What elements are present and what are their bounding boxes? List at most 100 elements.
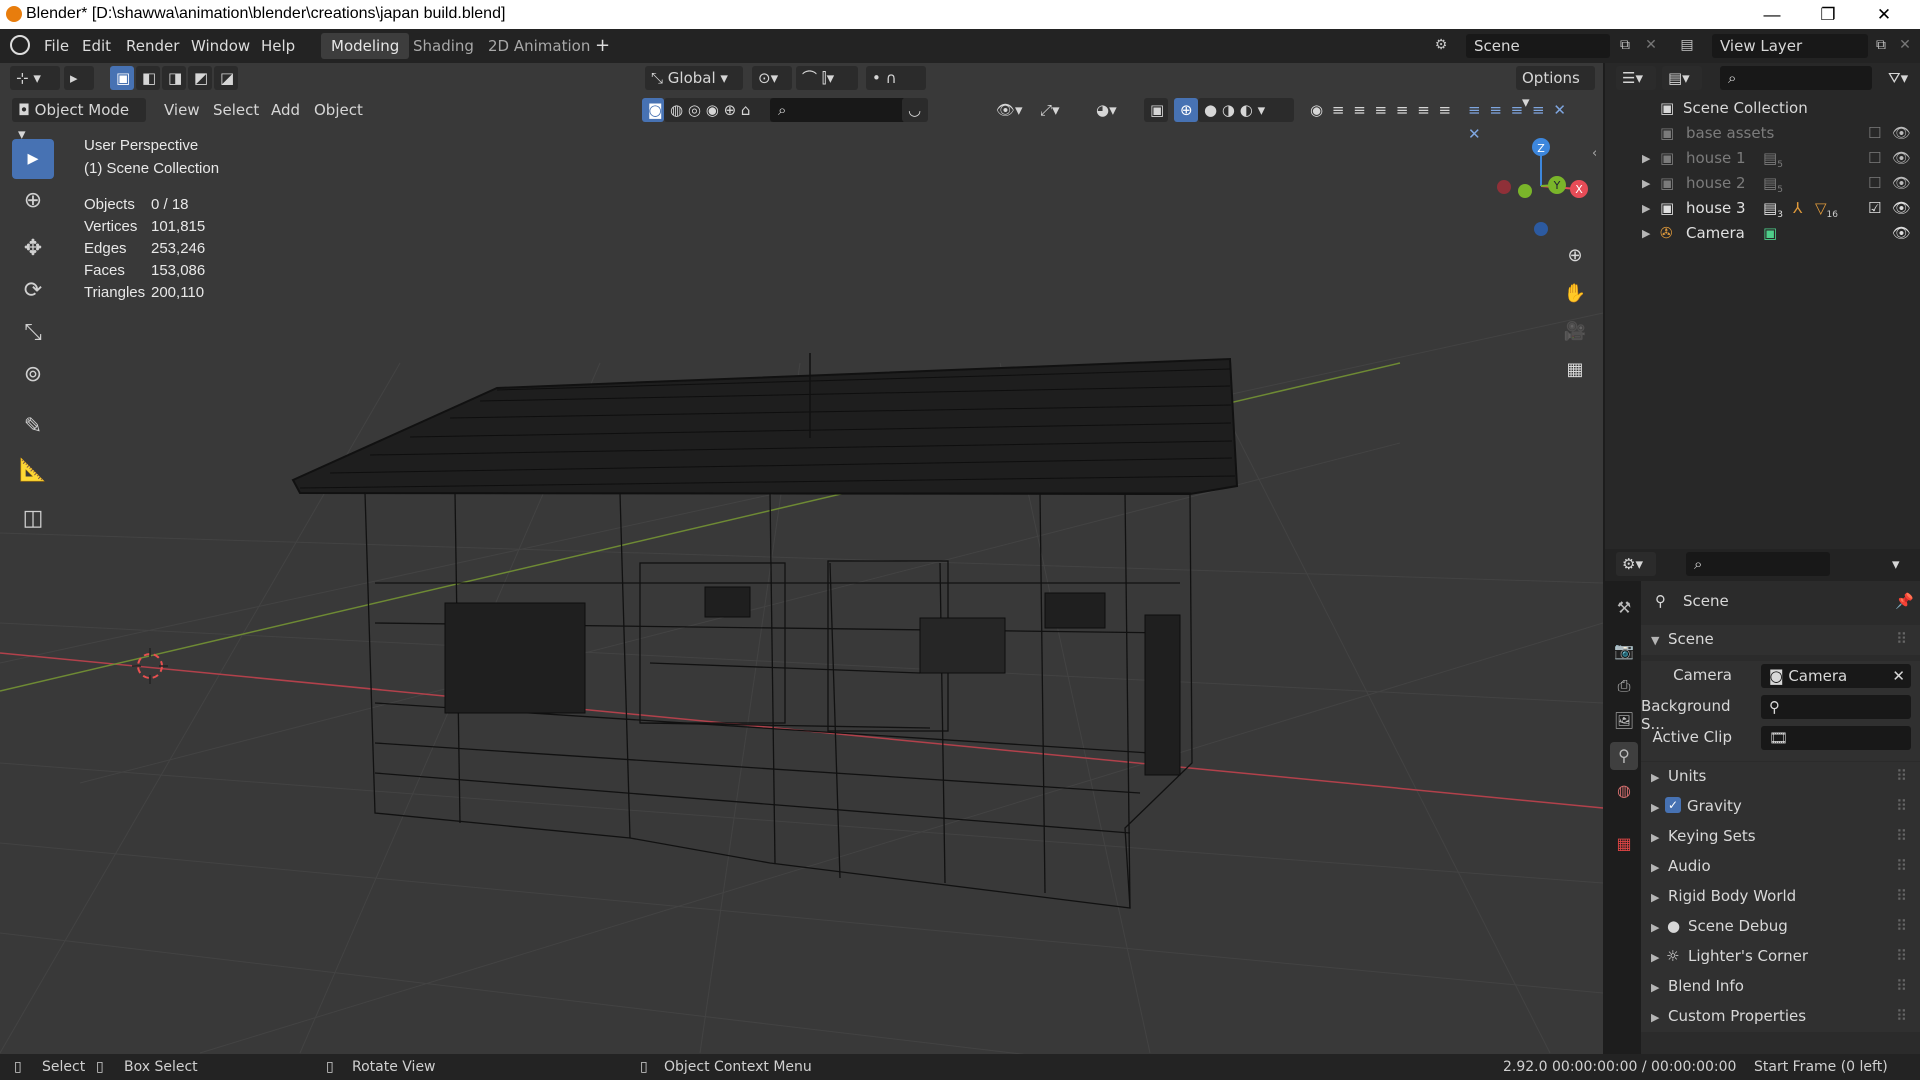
- rotate-tool-icon[interactable]: ⟳: [12, 271, 54, 311]
- scene-selector-icon[interactable]: ⚙: [1430, 34, 1452, 56]
- shading-wireframe-icon[interactable]: ⊕: [1174, 98, 1198, 122]
- panel-custom-properties[interactable]: ▶ Custom Properties ⠿: [1641, 1002, 1920, 1032]
- properties-search-input[interactable]: ⌕: [1686, 552, 1830, 576]
- view-layer-field[interactable]: View Layer: [1712, 34, 1868, 58]
- drag-handle-icon[interactable]: ⠿: [1896, 887, 1907, 905]
- panel-lighters-corner[interactable]: ▶ ☼ Lighter's Corner ⠿: [1641, 942, 1920, 972]
- delete-scene-icon[interactable]: ✕: [1640, 34, 1662, 56]
- pin-icon[interactable]: 📌: [1895, 592, 1914, 610]
- outliner-item-house-3[interactable]: ▶ ▣ house 3 ▤3 ⅄ ▽16 ☑ 👁: [1605, 196, 1920, 221]
- active-clip-field[interactable]: 🎞: [1761, 726, 1911, 750]
- add-cube-tool-icon[interactable]: ◫: [12, 499, 54, 539]
- select-mode-new-icon[interactable]: ▣: [110, 66, 134, 90]
- outliner-search-input[interactable]: ⌕: [1720, 66, 1872, 90]
- outliner-item-house-2[interactable]: ▶ ▣ house 2 ▤5 ☐ 👁: [1605, 171, 1920, 196]
- drag-handle-icon[interactable]: ⠿: [1896, 630, 1907, 648]
- camera-view-icon[interactable]: 🎥: [1560, 317, 1590, 347]
- visibility-filter-icons[interactable]: ◍ ◎ ◉ ⊕ ⌂: [664, 98, 774, 122]
- drag-handle-icon[interactable]: ⠿: [1896, 947, 1907, 965]
- panel-keying-sets[interactable]: ▶ Keying Sets ⠿: [1641, 822, 1920, 852]
- menu-help[interactable]: Help: [261, 35, 295, 57]
- camera-field[interactable]: ◙ Camera ✕: [1761, 664, 1911, 688]
- menu-edit[interactable]: Edit: [82, 35, 111, 57]
- extra-header-icons[interactable]: ◉ ≡ ≡ ≡ ≡ ≡ ≡: [1304, 98, 1474, 122]
- drag-handle-icon[interactable]: ⠿: [1896, 797, 1907, 815]
- panel-audio[interactable]: ▶ Audio ⠿: [1641, 852, 1920, 882]
- menu-render[interactable]: Render: [126, 35, 179, 57]
- menu-add[interactable]: Add: [265, 98, 306, 122]
- clear-camera-icon[interactable]: ✕: [1892, 664, 1905, 688]
- menu-file[interactable]: File: [44, 35, 69, 57]
- scene-field[interactable]: Scene: [1466, 34, 1610, 58]
- outliner-editor-type-icon[interactable]: ☰▾: [1616, 66, 1656, 90]
- drag-handle-icon[interactable]: ⠿: [1896, 827, 1907, 845]
- tool-properties-tab-icon[interactable]: ⚒: [1610, 594, 1638, 622]
- outliner-item-house-1[interactable]: ▶ ▣ house 1 ▤5 ☐ 👁: [1605, 146, 1920, 171]
- outliner-scene-collection[interactable]: ▣ Scene Collection: [1605, 96, 1920, 121]
- drag-handle-icon[interactable]: ⠿: [1896, 1007, 1907, 1025]
- view-layer-icon[interactable]: ▤: [1676, 34, 1698, 56]
- visibility-eye-icon[interactable]: 👁: [1892, 199, 1911, 217]
- snap-icon[interactable]: ⌒ ⫿▾: [796, 66, 858, 90]
- transform-orientation-dropdown[interactable]: ⤡ Global ▾: [645, 66, 743, 90]
- tab-modeling[interactable]: Modeling: [321, 33, 410, 59]
- scene-panel-header[interactable]: ▼ Scene ⠿: [1641, 625, 1920, 655]
- view-layer-tab-icon[interactable]: 🖼: [1610, 707, 1638, 735]
- tab-2d-animation[interactable]: 2D Animation: [478, 33, 600, 59]
- output-properties-tab-icon[interactable]: ⎙: [1610, 672, 1638, 700]
- panel-blend-info[interactable]: ▶ Blend Info ⠿: [1641, 972, 1920, 1002]
- add-workspace-button[interactable]: +: [595, 35, 610, 57]
- texture-properties-tab-icon[interactable]: ▦: [1610, 830, 1638, 858]
- select-mode-invert-icon[interactable]: ◩: [188, 66, 212, 90]
- move-tool-icon[interactable]: ✥: [12, 229, 54, 269]
- close-window-button[interactable]: ✕: [1856, 0, 1912, 29]
- visibility-eye-icon[interactable]: 👁: [1892, 174, 1911, 192]
- scale-tool-icon[interactable]: ⤡: [12, 313, 54, 353]
- maximize-button[interactable]: ❐: [1800, 0, 1856, 29]
- overlays-toggle-icon[interactable]: ◕▾: [1090, 98, 1123, 122]
- extra-header-icons-blue[interactable]: ≡ ≡ ≡ ≡ ✕ ✕: [1462, 98, 1592, 143]
- visibility-eye-icon[interactable]: 👁: [1892, 124, 1911, 142]
- pan-view-icon[interactable]: ✋: [1560, 279, 1590, 309]
- select-mode-extend-icon[interactable]: ◧: [136, 66, 160, 90]
- outliner-item-camera[interactable]: ▶ ✇ Camera ▣ 👁: [1605, 221, 1920, 246]
- blender-menu-icon[interactable]: [10, 35, 30, 55]
- drag-handle-icon[interactable]: ⠿: [1896, 977, 1907, 995]
- minimize-button[interactable]: —: [1744, 0, 1800, 29]
- exclude-checkbox[interactable]: ☐: [1868, 124, 1881, 142]
- sidebar-toggle-icon[interactable]: ‹: [1592, 146, 1597, 161]
- select-mode-intersect-icon[interactable]: ◪: [214, 66, 238, 90]
- outliner-item-base-assets[interactable]: ▣ base assets ☐ 👁: [1605, 121, 1920, 146]
- mode-dropdown[interactable]: ◘ Object Mode ▾: [12, 98, 146, 143]
- transform-tool-icon[interactable]: ⊚: [12, 355, 54, 395]
- menu-window[interactable]: Window: [191, 35, 250, 57]
- expand-arrow-icon[interactable]: ▶: [1642, 177, 1650, 190]
- gravity-checkbox[interactable]: ✓: [1665, 797, 1681, 813]
- selectability-visibility-icon[interactable]: 👁▾: [990, 98, 1029, 122]
- visibility-eye-icon[interactable]: 👁: [1892, 224, 1911, 242]
- menu-object[interactable]: Object: [308, 98, 369, 122]
- exclude-checkbox[interactable]: ☐: [1868, 174, 1881, 192]
- panel-scene-debug[interactable]: ▶ ● Scene Debug ⠿: [1641, 912, 1920, 942]
- panel-units[interactable]: ▶ Units ⠿: [1641, 762, 1920, 792]
- expand-arrow-icon[interactable]: ▶: [1642, 152, 1650, 165]
- new-scene-icon[interactable]: ⧉: [1614, 34, 1636, 56]
- tab-shading[interactable]: Shading: [403, 33, 484, 59]
- ortho-toggle-icon[interactable]: ▦: [1560, 355, 1590, 385]
- visibility-filter-object-icon[interactable]: ◙: [642, 98, 664, 122]
- properties-editor-type-icon[interactable]: ⚙▾: [1616, 552, 1656, 576]
- drag-handle-icon[interactable]: ⠿: [1896, 767, 1907, 785]
- panel-rigid-body-world[interactable]: ▶ Rigid Body World ⠿: [1641, 882, 1920, 912]
- measure-tool-icon[interactable]: 📐: [12, 451, 54, 491]
- viewport-search-input[interactable]: ⌕: [770, 98, 906, 122]
- options-dropdown[interactable]: Options ▾: [1516, 66, 1595, 111]
- menu-select[interactable]: Select: [207, 98, 265, 122]
- new-view-layer-icon[interactable]: ⧉: [1870, 34, 1892, 56]
- panel-gravity[interactable]: ▶ ✓ Gravity ⠿: [1641, 792, 1920, 822]
- shading-modes-icons[interactable]: ● ◑ ◐ ▾: [1198, 98, 1294, 122]
- pivot-point-icon[interactable]: ⊙▾: [752, 66, 792, 90]
- outliner-display-mode-icon[interactable]: ▤▾: [1662, 66, 1702, 90]
- cursor-tool-icon[interactable]: ⊕: [12, 181, 54, 221]
- exclude-checkbox[interactable]: ☐: [1868, 149, 1881, 167]
- drag-handle-icon[interactable]: ⠿: [1896, 917, 1907, 935]
